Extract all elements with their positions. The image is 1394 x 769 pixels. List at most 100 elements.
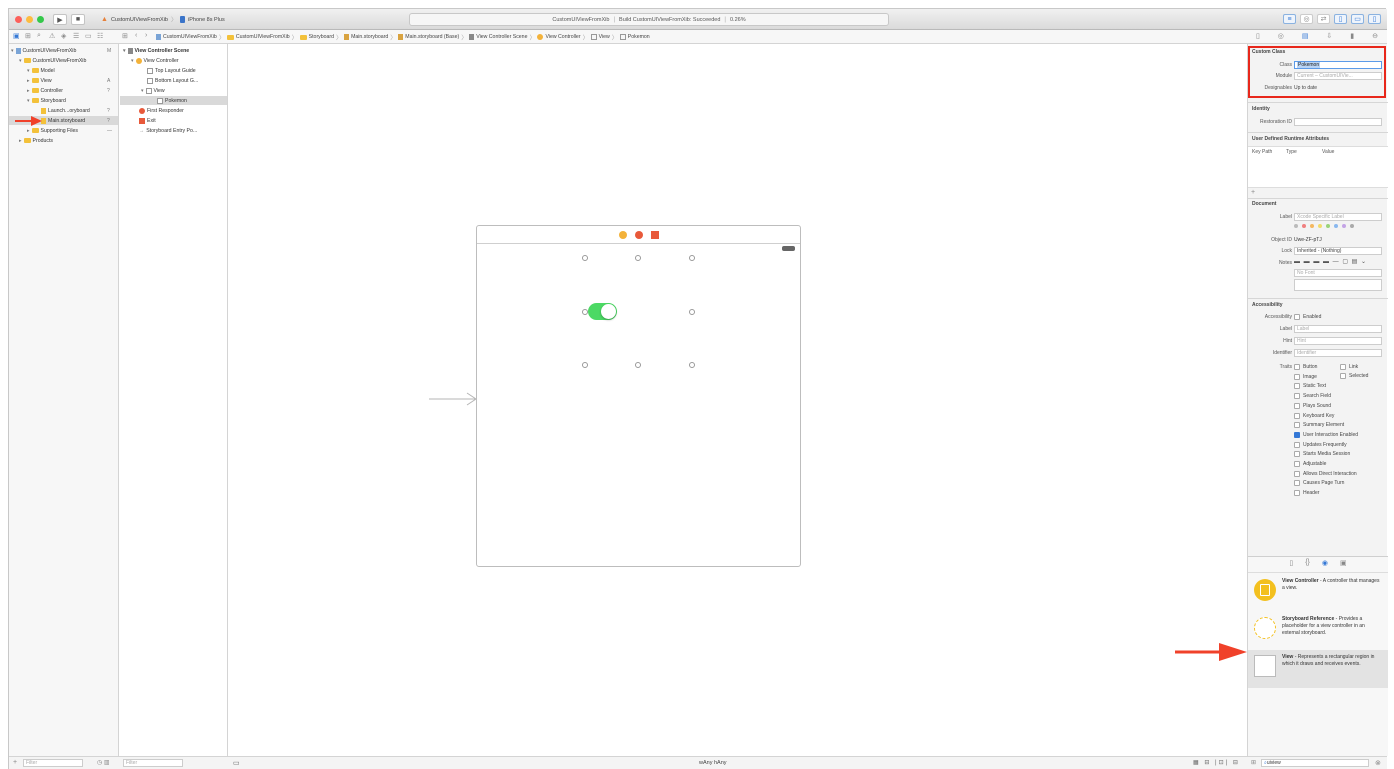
notes-font-field[interactable]: No Font — [1294, 269, 1382, 277]
trait-checkbox[interactable] — [1294, 441, 1300, 448]
trait-checkbox-row[interactable]: Keyboard Key — [1294, 412, 1334, 420]
color-swatch[interactable] — [1294, 224, 1298, 228]
module-field[interactable]: Current – CustomUIVie... — [1294, 72, 1382, 80]
color-swatch[interactable] — [1334, 224, 1338, 228]
add-attribute-icon[interactable]: + — [1251, 189, 1255, 196]
utilities-toggle-icon[interactable]: ▯ — [1368, 14, 1381, 24]
color-swatch[interactable] — [1326, 224, 1330, 228]
trait-checkbox[interactable] — [1294, 451, 1300, 458]
trait-checkbox-row[interactable]: Static Text — [1294, 382, 1326, 390]
breakpoint-navigator-icon[interactable]: ▭ — [85, 32, 92, 40]
resize-handle[interactable] — [582, 362, 588, 368]
version-editor-icon[interactable]: ⇄ — [1317, 14, 1330, 24]
outline-item[interactable]: Exit — [139, 116, 156, 125]
standard-editor-icon[interactable]: ≡ — [1283, 14, 1296, 24]
outline-item[interactable]: ▾ View — [141, 86, 165, 95]
library-filter[interactable]: ⌕ uiview — [1261, 759, 1369, 767]
symbol-navigator-icon[interactable]: ⊞ — [25, 32, 31, 40]
report-navigator-icon[interactable]: ☷ — [97, 32, 103, 40]
trait-checkbox[interactable] — [1294, 412, 1300, 419]
related-items-icon[interactable]: ⊞ — [122, 32, 128, 40]
stop-button[interactable]: ■ — [71, 14, 85, 25]
trait-checkbox-row[interactable]: Starts Media Session — [1294, 450, 1350, 458]
file-inspector-icon[interactable]: ▯ — [1256, 32, 1260, 42]
minimize-window-button[interactable] — [26, 16, 33, 23]
color-swatch[interactable] — [1342, 224, 1346, 228]
clear-filter-icon[interactable]: ⊗ — [1375, 759, 1381, 767]
trait-checkbox[interactable] — [1294, 461, 1300, 467]
color-swatch[interactable] — [1302, 224, 1306, 228]
trait-checkbox-row[interactable]: Allows Direct Interaction — [1294, 470, 1357, 478]
resize-handle[interactable] — [635, 362, 641, 368]
nav-item[interactable]: Launch...oryboard — [41, 106, 90, 115]
jump-item[interactable]: CustomUIViewFromXib — [163, 34, 217, 40]
resize-handle[interactable] — [689, 309, 695, 315]
resize-handle[interactable] — [582, 255, 588, 261]
object-library-icon[interactable]: ◉ — [1322, 559, 1328, 571]
trait-checkbox[interactable] — [1294, 422, 1300, 429]
trait-checkbox-row[interactable]: Header — [1294, 489, 1319, 497]
jump-item[interactable]: CustomUIViewFromXib — [236, 34, 290, 40]
class-field[interactable]: Pokemon — [1294, 61, 1382, 69]
forward-icon[interactable]: › — [145, 32, 147, 39]
add-file-icon[interactable]: + — [13, 759, 17, 766]
library-item-view-controller[interactable]: View Controller - A controller that mana… — [1248, 574, 1388, 612]
code-snippet-icon[interactable]: {} — [1305, 559, 1310, 571]
nav-item[interactable]: ▾ CustomUIViewFromXib — [19, 56, 86, 65]
trait-checkbox-row[interactable]: Summary Element — [1294, 421, 1344, 429]
notes-format-bar[interactable]: ▬ ▬ ▬ ▬ — ▢ ▤ ⌄ — [1294, 258, 1367, 265]
resize-handle[interactable] — [689, 362, 695, 368]
library-item-view[interactable]: View - Represents a rectangular region i… — [1248, 650, 1388, 688]
enabled-checkbox-row[interactable]: Enabled — [1294, 313, 1321, 321]
nav-item[interactable]: ▸ Supporting Files — [27, 126, 78, 135]
trait-checkbox[interactable] — [1294, 393, 1300, 400]
issue-navigator-icon[interactable]: ⚠ — [49, 32, 55, 40]
lock-popup[interactable]: Inherited - (Nothing) — [1294, 247, 1382, 255]
switch-toggle[interactable] — [588, 303, 617, 320]
doc-label-field[interactable]: Xcode Specific Label — [1294, 213, 1382, 221]
trait-checkbox-row[interactable]: User Interaction Enabled — [1294, 431, 1358, 439]
trait-checkbox[interactable] — [1294, 490, 1300, 497]
library-grid-icon[interactable]: ⊞ — [1251, 759, 1256, 766]
color-swatch[interactable] — [1318, 224, 1322, 228]
a11y-label-field[interactable]: Label — [1294, 325, 1382, 333]
outline-item[interactable]: ▾ View Controller Scene — [123, 46, 189, 55]
scheme-selector[interactable]: ▲ CustomUIViewFromXib 〉 iPhone 8s Plus — [101, 14, 225, 25]
media-library-icon[interactable]: ▣ — [1340, 559, 1347, 571]
a11y-identifier-field[interactable]: Identifier — [1294, 349, 1382, 357]
test-navigator-icon[interactable]: ◈ — [61, 32, 66, 40]
debug-toggle-icon[interactable]: ▭ — [1351, 14, 1364, 24]
jump-item[interactable]: Storyboard — [309, 34, 334, 40]
a11y-hint-field[interactable]: Hint — [1294, 337, 1382, 345]
nav-item[interactable]: ▾ Model — [27, 66, 55, 75]
first-responder-icon[interactable] — [634, 230, 643, 239]
trait-checkbox[interactable] — [1340, 373, 1346, 379]
attributes-inspector-icon[interactable]: ⇩ — [1326, 32, 1332, 42]
size-class-selector[interactable]: wAny hAny — [699, 760, 727, 766]
enabled-checkbox[interactable] — [1294, 314, 1300, 320]
jump-item[interactable]: View — [599, 34, 610, 40]
trait-checkbox-row[interactable]: Adjustable — [1294, 460, 1326, 468]
nav-item[interactable]: ▸ Products — [19, 136, 53, 145]
outline-item[interactable]: Top Layout Guide — [147, 66, 196, 75]
nav-item[interactable]: ▸ Controller — [27, 86, 63, 95]
layout-tools-icon[interactable]: ▦ ⊟ |⊡| ⊟ — [1193, 759, 1240, 766]
jump-item[interactable]: View Controller Scene — [476, 34, 527, 40]
trait-checkbox-row[interactable]: Button — [1294, 363, 1317, 371]
trait-checkbox-row[interactable]: Search Field — [1294, 392, 1331, 400]
trait-checkbox[interactable] — [1294, 480, 1300, 487]
debug-navigator-icon[interactable]: ☰ — [73, 32, 79, 40]
recent-files-icon[interactable]: ◷ ▥ — [97, 759, 110, 766]
nav-item[interactable]: ▾ Storyboard — [27, 96, 66, 105]
trait-checkbox[interactable] — [1294, 470, 1300, 477]
outline-item[interactable]: ▾ View Controller — [131, 56, 179, 65]
trait-checkbox[interactable] — [1294, 364, 1300, 370]
jump-item[interactable]: Pokemon — [628, 34, 650, 40]
assistant-editor-icon[interactable]: ◎ — [1300, 14, 1313, 24]
outline-item-selected[interactable]: Pokemon — [157, 96, 187, 105]
trait-checkbox-row[interactable]: Updates Frequently — [1294, 441, 1347, 449]
runtime-attributes-table[interactable]: Key Path Type Value — [1248, 146, 1388, 188]
trait-checkbox[interactable] — [1294, 383, 1300, 390]
find-navigator-icon[interactable]: ⌕ — [37, 32, 41, 40]
trait-checkbox[interactable] — [1294, 402, 1300, 409]
